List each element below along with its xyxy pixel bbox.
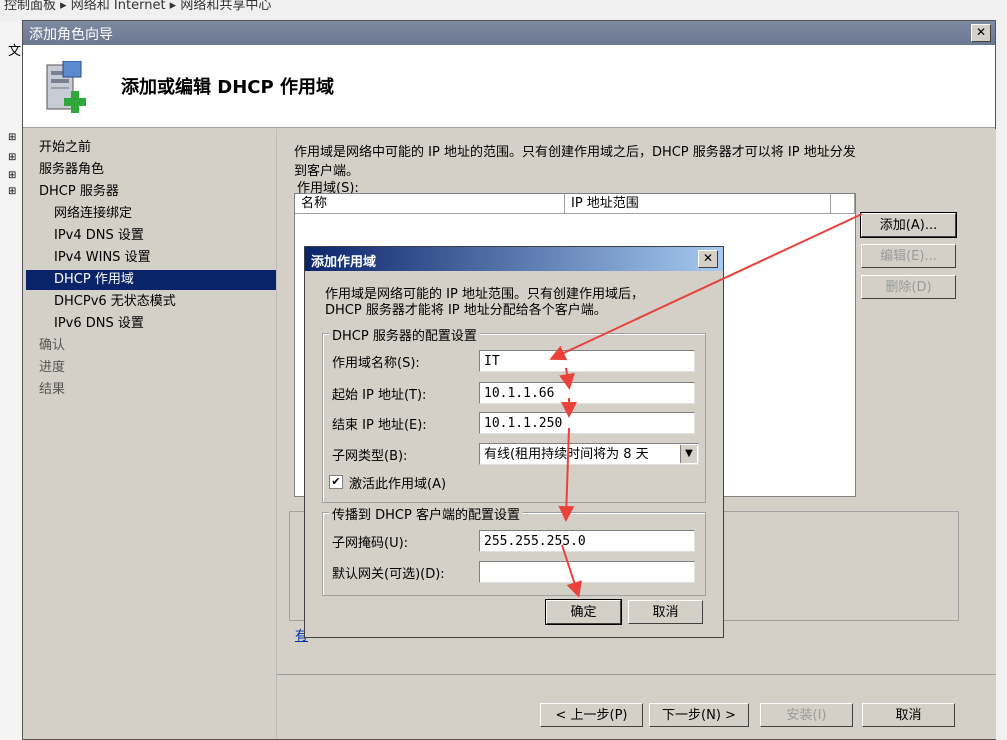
tree-expand-icon[interactable]: ⊞ — [8, 152, 16, 163]
tree-expand-icon[interactable]: ⊞ — [8, 170, 16, 181]
dialog-titlebar: 添加作用域 ✕ — [305, 247, 723, 271]
scope-name-label: 作用域名称(S): — [332, 356, 420, 371]
nav-item-progress: 进度 — [39, 360, 66, 375]
nav-item-ipv6-dns: IPv6 DNS 设置 — [54, 316, 144, 331]
dialog-cancel-button[interactable]: 取消 — [628, 600, 703, 624]
nav-item-dhcpv6-stateless: DHCPv6 无状态模式 — [54, 294, 176, 309]
activate-scope-label: 激活此作用域(A) — [349, 477, 447, 492]
wizard-navigation: 开始之前 服务器角色 DHCP 服务器 网络连接绑定 IPv4 DNS 设置 I… — [26, 129, 276, 739]
tree-expand-icon[interactable]: ⊞ — [8, 132, 16, 143]
subnet-type-label: 子网类型(B): — [332, 449, 408, 464]
scope-name-input[interactable]: IT — [479, 350, 695, 372]
wizard-page-title: 添加或编辑 DHCP 作用域 — [121, 77, 334, 98]
client-config-group-title: 传播到 DHCP 客户端的配置设置 — [329, 504, 523, 523]
wizard-close-button[interactable]: ✕ — [971, 24, 991, 42]
scope-description: 作用域是网络中可能的 IP 地址的范围。只有创建作用域之后，DHCP 服务器才可… — [294, 141, 856, 179]
nav-item-results: 结果 — [39, 382, 66, 397]
nav-item-server-roles: 服务器角色 — [39, 162, 105, 177]
column-header-ip-range[interactable]: IP 地址范围 — [565, 194, 831, 214]
wizard-header: 添加或编辑 DHCP 作用域 — [23, 45, 995, 128]
dialog-close-button[interactable]: ✕ — [698, 250, 718, 268]
background-titlebar: 控制面板 ▸ 网络和 Internet ▸ 网络和共享中心 — [0, 0, 1007, 22]
column-header-filler — [831, 194, 855, 214]
activate-scope-checkbox[interactable]: ✔ — [329, 475, 343, 489]
nav-item-ipv4-dns: IPv4 DNS 设置 — [54, 228, 144, 243]
wizard-title: 添加角色向导 — [29, 27, 113, 43]
subnet-type-select[interactable]: 有线(租用持续时间将为 8 天 ▼ — [479, 443, 699, 465]
install-button[interactable]: 安装(I) — [760, 703, 853, 727]
start-ip-input[interactable]: 10.1.1.66 — [479, 382, 695, 404]
column-header-name[interactable]: 名称 — [295, 194, 565, 214]
subnet-mask-label: 子网掩码(U): — [332, 536, 409, 551]
nav-item-confirmation: 确认 — [39, 338, 66, 353]
next-button[interactable]: 下一步(N) > — [649, 703, 749, 727]
nav-item-dhcp-server: DHCP 服务器 — [39, 184, 119, 199]
add-scope-button[interactable]: 添加(A)... — [860, 212, 957, 238]
nav-item-before-you-begin: 开始之前 — [39, 140, 92, 155]
ok-button[interactable]: 确定 — [545, 599, 622, 625]
chevron-down-icon[interactable]: ▼ — [680, 445, 697, 463]
default-gateway-input[interactable] — [479, 561, 695, 583]
subnet-mask-input[interactable]: 255.255.255.0 — [479, 530, 695, 552]
end-ip-input[interactable]: 10.1.1.250 — [479, 412, 695, 434]
nav-item-dhcp-scopes: DHCP 作用域 — [26, 270, 276, 290]
background-menu-item[interactable]: 文 — [8, 40, 21, 59]
delete-scope-button[interactable]: 删除(D) — [861, 275, 956, 299]
cancel-button[interactable]: 取消 — [862, 703, 955, 727]
previous-button[interactable]: < 上一步(P) — [540, 703, 643, 727]
dialog-description-line1: 作用域是网络可能的 IP 地址范围。只有创建作用域后， — [325, 287, 644, 302]
footer-separator — [277, 674, 996, 675]
nav-item-ipv4-wins: IPv4 WINS 设置 — [54, 250, 151, 265]
dialog-description-line2: DHCP 服务器才能将 IP 地址分配给各个客户端。 — [325, 303, 607, 318]
background-address-bar: 控制面板 ▸ 网络和 Internet ▸ 网络和共享中心 — [4, 0, 272, 13]
server-add-icon — [46, 61, 86, 113]
default-gateway-label: 默认网关(可选)(D): — [332, 567, 445, 582]
client-config-group: 传播到 DHCP 客户端的配置设置 — [322, 504, 706, 596]
wizard-titlebar: 添加角色向导 ✕ — [23, 21, 995, 45]
subnet-type-value: 有线(租用持续时间将为 8 天 — [484, 447, 649, 462]
edit-scope-button[interactable]: 编辑(E)... — [861, 244, 956, 268]
tree-expand-icon[interactable]: ⊞ — [8, 186, 16, 197]
end-ip-label: 结束 IP 地址(E): — [332, 418, 427, 433]
dialog-description: 作用域是网络可能的 IP 地址范围。只有创建作用域后， DHCP 服务器才能将 … — [325, 287, 644, 319]
add-scope-dialog: 添加作用域 ✕ 作用域是网络可能的 IP 地址范围。只有创建作用域后， DHCP… — [304, 246, 724, 638]
nav-item-network-binding: 网络连接绑定 — [54, 206, 133, 221]
scope-description-line1: 作用域是网络中可能的 IP 地址的范围。只有创建作用域之后，DHCP 服务器才可… — [294, 145, 856, 160]
start-ip-label: 起始 IP 地址(T): — [332, 388, 427, 403]
dialog-title: 添加作用域 — [311, 255, 377, 270]
scope-description-line2: 到客户端。 — [294, 164, 360, 179]
server-config-group-title: DHCP 服务器的配置设置 — [329, 325, 480, 344]
